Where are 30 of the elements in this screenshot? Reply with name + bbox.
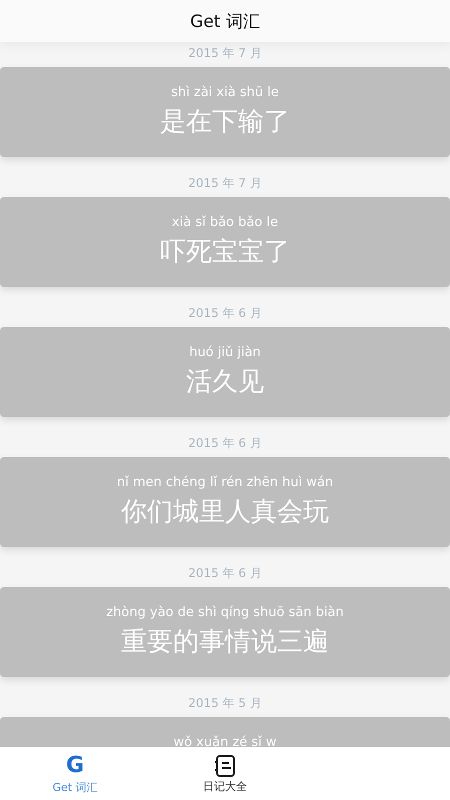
month-label: 2015 年 7 月 (188, 45, 262, 62)
pinyin-text: wǒ xuǎn zé sǐ w (173, 734, 277, 747)
notebook-icon (214, 754, 236, 778)
phrase-card[interactable]: nǐ men chéng lǐ rén zhēn huì wán 你们城里人真会玩 (0, 457, 450, 547)
tab-item[interactable]: G Get 词汇 (0, 747, 150, 800)
tab-label: 日记大全 (203, 780, 247, 794)
pinyin-text: shì zài xià shū le (171, 84, 279, 102)
header-title: Get 词汇 (190, 10, 260, 32)
month-label: 2015 年 6 月 (188, 305, 262, 322)
phrase-card[interactable]: shì zài xià shū le 是在下输了 (0, 67, 450, 157)
phrase-card[interactable]: huó jiǔ jiàn 活久见 (0, 327, 450, 417)
pinyin-text: huó jiǔ jiàn (189, 344, 261, 362)
phrase-card[interactable]: zhòng yào de shì qíng shuō sān biàn 重要的事情说三遍 (0, 587, 450, 677)
month-label: 2015 年 6 月 (188, 435, 262, 452)
phrase-text: 活久见 (186, 366, 264, 399)
tab-label: Get 词汇 (52, 780, 98, 794)
pinyin-text: xià sǐ bǎo bǎo le (172, 214, 278, 232)
month-label: 2015 年 7 月 (188, 175, 262, 192)
phrase-text: 是在下输了 (160, 106, 290, 139)
phrase-card[interactable]: xià sǐ bǎo bǎo le 吓死宝宝了 (0, 197, 450, 287)
pinyin-text: nǐ men chéng lǐ rén zhēn huì wán (116, 474, 334, 492)
phrase-text: 你们城里人真会玩 (121, 496, 329, 529)
month-label: 2015 年 6 月 (188, 565, 262, 582)
phrase-text: 吓死宝宝了 (160, 236, 290, 269)
pinyin-text: zhòng yào de shì qíng shuō sān biàn (106, 604, 344, 622)
g-letter-icon: G (66, 752, 84, 778)
tab-item[interactable]: 日记大全 (150, 747, 300, 800)
month-label: 2015 年 5 月 (188, 695, 262, 712)
phrase-text: 重要的事情说三遍 (121, 626, 329, 659)
phrase-card[interactable]: wǒ xuǎn zé sǐ w (0, 717, 450, 747)
